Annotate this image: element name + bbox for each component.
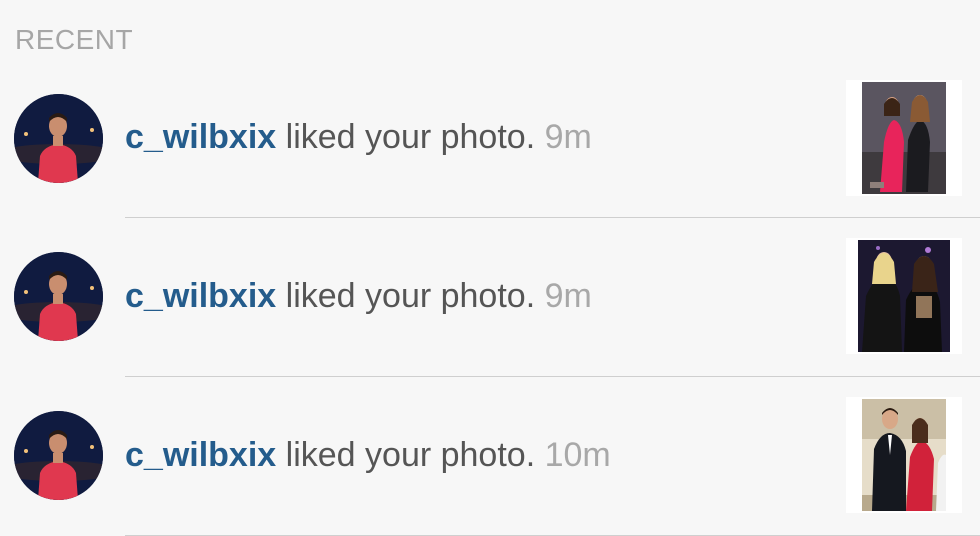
username-link[interactable]: c_wilbxix (125, 118, 276, 156)
notification-timestamp: 9m (544, 118, 592, 156)
username-link[interactable]: c_wilbxix (125, 277, 276, 315)
notification-action: liked your photo. (285, 436, 536, 474)
notification-row[interactable]: c_wilbxix liked your photo. 10m (0, 377, 980, 536)
activity-screen: RECENT c_wilbxix liked your photo. 9m c_… (0, 0, 980, 536)
notification-timestamp: 10m (544, 436, 611, 474)
notification-timestamp: 9m (544, 277, 592, 315)
notification-row[interactable]: c_wilbxix liked your photo. 9m (0, 218, 980, 377)
user-avatar[interactable] (14, 252, 103, 341)
notification-text: c_wilbxix liked your photo. 10m (125, 435, 611, 475)
photo-thumbnail[interactable] (846, 238, 962, 354)
section-header-recent: RECENT (15, 24, 134, 55)
user-avatar[interactable] (14, 94, 103, 183)
notification-row[interactable]: c_wilbxix liked your photo. 9m (0, 59, 980, 218)
notification-text: c_wilbxix liked your photo. 9m (125, 276, 592, 316)
photo-thumbnail[interactable] (846, 80, 962, 196)
notification-text: c_wilbxix liked your photo. 9m (125, 117, 592, 157)
photo-thumbnail[interactable] (846, 397, 962, 513)
notification-action: liked your photo. (285, 277, 536, 315)
user-avatar[interactable] (14, 411, 103, 500)
username-link[interactable]: c_wilbxix (125, 436, 276, 474)
notification-action: liked your photo. (285, 118, 536, 156)
